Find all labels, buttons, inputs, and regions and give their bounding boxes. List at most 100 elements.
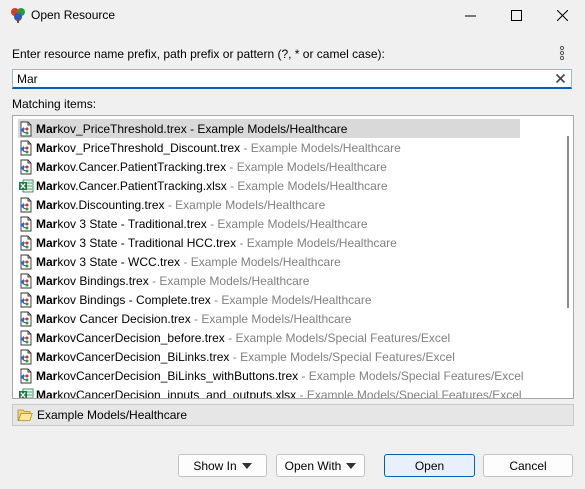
item-path: Example Models/Special Features/Excel — [235, 330, 451, 345]
item-name: Markov Bindings - Complete.trex — [36, 293, 211, 307]
item-name: Markov.Cancer.PatientTracking.xlsx — [36, 179, 227, 193]
title-bar: Open Resource — [0, 0, 585, 30]
cancel-label: Cancel — [509, 458, 547, 473]
list-item[interactable]: Markov 3 State - WCC.trex - Example Mode… — [18, 252, 518, 271]
cancel-button[interactable]: Cancel — [483, 454, 573, 477]
view-menu-icon[interactable] — [558, 45, 566, 61]
minimize-icon — [464, 15, 476, 16]
status-line: Example Models/Healthcare — [12, 404, 574, 426]
list-item[interactable]: Markov.Cancer.PatientTracking.xlsx - Exa… — [18, 176, 518, 195]
trex-file-icon — [20, 159, 32, 174]
excel-file-icon — [19, 179, 34, 192]
trex-file-icon — [20, 292, 32, 307]
list-scrollbar[interactable] — [567, 136, 569, 308]
trex-file-icon — [20, 216, 32, 231]
item-name-rest: kovCancerDecision_BiLinks_withButtons.tr… — [57, 368, 299, 383]
item-name-match: Mar — [36, 178, 58, 193]
item-path: Example Models/Healthcare — [246, 235, 397, 250]
item-path: Example Models/Healthcare — [159, 273, 310, 288]
list-item[interactable]: Markov_PriceThreshold_Discount.trex - Ex… — [18, 138, 518, 157]
window-title: Open Resource — [31, 8, 116, 22]
list-item[interactable]: Markov Bindings - Complete.trex - Exampl… — [18, 290, 518, 309]
show-in-button[interactable]: Show In — [178, 454, 267, 477]
item-name-rest: kov 3 State - WCC.trex — [57, 254, 181, 269]
item-path: Example Models/Healthcare — [190, 254, 341, 269]
open-button[interactable]: Open — [384, 454, 475, 477]
search-field — [12, 69, 572, 89]
item-name-match: Mar — [36, 254, 58, 269]
item-name-rest: kovCancerDecision_BiLinks.trex — [57, 349, 230, 364]
close-icon — [556, 9, 568, 21]
trex-file-icon — [20, 311, 32, 326]
item-name-match: Mar — [36, 311, 58, 326]
item-path: Example Models/Healthcare — [236, 159, 387, 174]
chevron-down-icon — [241, 462, 252, 469]
item-name-match: Mar — [36, 140, 58, 155]
item-name: Markov 3 State - Traditional HCC.trex — [36, 236, 236, 250]
trex-file-icon — [20, 349, 32, 364]
item-path: Example Models/Healthcare — [221, 292, 372, 307]
item-separator: - — [180, 254, 191, 269]
open-with-button[interactable]: Open With — [276, 454, 365, 477]
results-list[interactable]: Markov_PriceThreshold.trex - Example Mod… — [12, 115, 574, 399]
item-separator: - — [224, 330, 236, 345]
item-name-match: Mar — [36, 368, 58, 383]
item-name-match: Mar — [36, 159, 58, 174]
list-item[interactable]: Markov.Discounting.trex - Example Models… — [18, 195, 518, 214]
item-separator: - — [210, 292, 222, 307]
list-item[interactable]: Markov.Cancer.PatientTracking.trex - Exa… — [18, 157, 518, 176]
item-path: Example Models/Healthcare — [250, 140, 401, 155]
item-name-rest: kovCancerDecision_before.trex — [57, 330, 225, 345]
item-name-match: Mar — [36, 292, 58, 307]
close-window-button[interactable] — [539, 0, 585, 30]
trex-file-icon — [20, 197, 32, 212]
list-item[interactable]: MarkovCancerDecision_inputs_and_outputs.… — [18, 385, 522, 399]
item-name: Markov.Discounting.trex — [36, 198, 165, 212]
list-item[interactable]: MarkovCancerDecision_BiLinks_withButtons… — [18, 366, 524, 385]
item-name-match: Mar — [36, 121, 58, 136]
item-name-rest: kov_PriceThreshold_Discount.trex — [57, 140, 241, 155]
maximize-button[interactable] — [493, 0, 539, 30]
item-name: Markov Bindings.trex — [36, 274, 149, 288]
item-name-rest: kov_PriceThreshold.trex — [57, 121, 187, 136]
list-item[interactable]: MarkovCancerDecision_BiLinks.trex - Exam… — [18, 347, 518, 366]
open-label: Open — [414, 458, 445, 473]
trex-file-icon — [20, 330, 32, 345]
item-separator: - — [296, 387, 307, 399]
item-separator: - — [240, 140, 251, 155]
item-name: MarkovCancerDecision_inputs_and_outputs.… — [36, 387, 296, 399]
minimize-button[interactable] — [447, 0, 493, 30]
item-path: Example Models/Special Features/Excel — [306, 387, 522, 399]
item-name-match: Mar — [36, 216, 58, 231]
list-item[interactable]: Markov 3 State - Traditional HCC.trex - … — [18, 233, 518, 252]
item-name-match: Mar — [36, 387, 58, 399]
item-name: MarkovCancerDecision_BiLinks.trex — [36, 350, 229, 364]
item-separator: - — [164, 197, 176, 212]
item-separator: - — [229, 349, 241, 364]
list-item[interactable]: Markov_PriceThreshold.trex - Example Mod… — [18, 119, 520, 138]
list-item[interactable]: Markov Bindings.trex - Example Models/He… — [18, 271, 518, 290]
item-name: Markov.Cancer.PatientTracking.trex — [36, 160, 226, 174]
show-in-label: Show In — [193, 458, 237, 473]
item-name: MarkovCancerDecision_before.trex — [36, 331, 225, 345]
list-item[interactable]: Markov Cancer Decision.trex - Example Mo… — [18, 309, 518, 328]
item-path: Example Models/Healthcare — [217, 216, 368, 231]
item-separator: - — [148, 273, 160, 288]
item-path: Example Models/Healthcare — [201, 311, 352, 326]
item-path: Example Models/Special Features/Excel — [240, 349, 455, 364]
trex-file-icon — [20, 368, 32, 383]
clear-icon[interactable] — [555, 73, 566, 84]
item-name-match: Mar — [36, 273, 58, 288]
item-name-rest: kov.Discounting.trex — [57, 197, 165, 212]
item-path: Example Models/Healthcare — [237, 178, 388, 193]
open-with-label: Open With — [284, 458, 342, 473]
trex-file-icon — [20, 273, 32, 288]
status-path: Example Models/Healthcare — [37, 408, 188, 422]
list-item[interactable]: MarkovCancerDecision_before.trex - Examp… — [18, 328, 518, 347]
item-separator: - — [206, 216, 218, 231]
list-item[interactable]: Markov 3 State - Traditional.trex - Exam… — [18, 214, 518, 233]
item-name: Markov 3 State - WCC.trex — [36, 255, 180, 269]
search-input[interactable] — [17, 71, 547, 87]
trex-file-icon — [20, 235, 32, 250]
prompt-label: Enter resource name prefix, path prefix … — [12, 47, 385, 61]
